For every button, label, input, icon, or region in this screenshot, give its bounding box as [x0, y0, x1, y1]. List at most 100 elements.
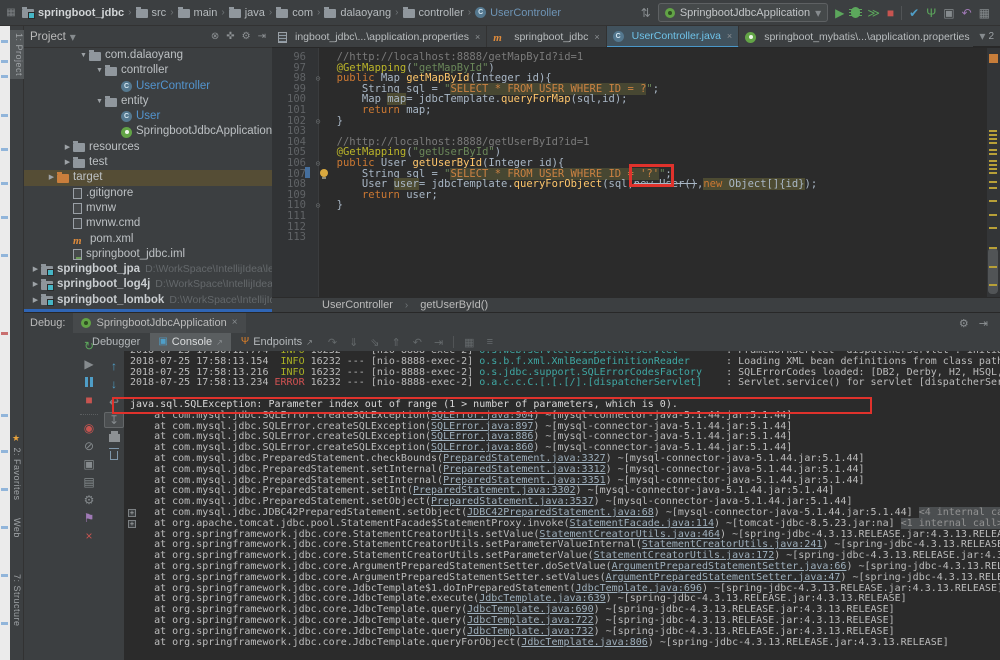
warning-stripe-mark[interactable]: [989, 153, 997, 155]
breadcrumb-item[interactable]: UserController: [490, 7, 561, 19]
evaluate-button[interactable]: ▦: [459, 336, 479, 349]
warning-stripe-mark[interactable]: [989, 284, 997, 286]
warning-stripe-mark[interactable]: [989, 130, 997, 132]
tree-arrow-icon[interactable]: ▶: [30, 262, 41, 277]
console-link[interactable]: StatementCreatorUtils.java:241: [642, 539, 823, 550]
force-step-into-button[interactable]: ⇘: [365, 336, 384, 349]
debug-tab-console[interactable]: ▣Console↗: [150, 333, 231, 351]
pause-button[interactable]: [76, 373, 102, 391]
tree-row[interactable]: UserController: [24, 79, 272, 94]
error-stripe[interactable]: [987, 48, 1000, 297]
console-link[interactable]: PreparedStatement.java:3327: [443, 453, 606, 464]
console-link[interactable]: JdbcTemplate.java:696: [576, 583, 702, 594]
warning-stripe-mark[interactable]: [989, 164, 997, 166]
warning-stripe-mark[interactable]: [989, 172, 997, 174]
close-icon[interactable]: ×: [727, 31, 732, 41]
breadcrumb-item[interactable]: main: [194, 7, 218, 19]
warning-stripe-mark[interactable]: [989, 168, 997, 170]
editor-scrollbar-thumb[interactable]: [988, 248, 998, 294]
console-link[interactable]: JdbcTemplate.java:639: [479, 593, 605, 604]
tree-row[interactable]: SpringbootJdbcApplication: [24, 124, 272, 139]
print-button[interactable]: [102, 429, 126, 447]
step-over-button[interactable]: ↷: [323, 336, 342, 349]
tree-row[interactable]: mvnw: [24, 201, 272, 216]
tree-row[interactable]: springboot_jdbc.iml: [24, 247, 272, 262]
close-button[interactable]: ×: [76, 527, 102, 545]
console-link[interactable]: StatementCreatorUtils.java:464: [539, 529, 720, 540]
tree-row[interactable]: ▶springboot_lombokD:\WorkSpace\IntellijI…: [24, 293, 272, 308]
breadcrumb-item[interactable]: controller: [419, 7, 464, 19]
editor-breadcrumb[interactable]: UserController › getUserById(): [272, 297, 1000, 312]
console-link[interactable]: PreparedStatement.java:3312: [443, 464, 606, 475]
breadcrumb-item[interactable]: springboot_jdbc: [38, 7, 124, 19]
tree-arrow-icon[interactable]: ▶: [30, 293, 41, 308]
warning-stripe-mark[interactable]: [989, 227, 997, 229]
breadcrumb-method[interactable]: getUserById(): [420, 299, 488, 311]
pin-button[interactable]: ⚑: [76, 509, 102, 527]
tree-row[interactable]: ▼entity: [24, 94, 272, 109]
stop-button[interactable]: ■: [76, 391, 102, 409]
console-link[interactable]: ArgumentPreparedStatementSetter.java:66: [612, 561, 847, 572]
scroll-to-end-button[interactable]: ↧: [104, 412, 124, 428]
warning-stripe-mark[interactable]: [989, 149, 997, 151]
vcs-shelf-icon[interactable]: ▣: [943, 6, 954, 20]
tree-row[interactable]: mvnw.cmd: [24, 216, 272, 231]
tool-window-tab-web[interactable]: Web: [12, 518, 22, 538]
tree-arrow-icon[interactable]: ▶: [62, 155, 73, 170]
chevron-down-icon[interactable]: ▾: [70, 30, 76, 44]
window-layout-icon[interactable]: ▦: [979, 6, 990, 20]
run-configuration-select[interactable]: SpringbootJdbcApplication ▾: [658, 3, 828, 22]
editor-tab[interactable]: springboot_mybatis\...\application.prope…: [739, 26, 988, 48]
console-link[interactable]: SQLError.java:886: [431, 431, 533, 442]
warning-stripe-mark[interactable]: [989, 160, 997, 162]
tool-window-tab-project[interactable]: 1: Project: [10, 30, 24, 79]
hide-panel-icon[interactable]: ⇥: [979, 317, 988, 330]
collapse-all-icon[interactable]: ⊗: [211, 31, 219, 42]
warning-stripe-mark[interactable]: [989, 138, 997, 140]
breadcrumb-item[interactable]: src: [152, 7, 167, 19]
mute-breakpoints-button[interactable]: ⊘: [76, 437, 102, 455]
breadcrumb-item[interactable]: java: [245, 7, 265, 19]
close-icon[interactable]: ×: [475, 32, 480, 42]
tree-row[interactable]: ▶target: [24, 170, 272, 185]
console-link[interactable]: JdbcTemplate.java:722: [467, 615, 593, 626]
console-link[interactable]: JDBC42PreparedStatement.java:68: [467, 507, 654, 518]
stop-button[interactable]: ■: [887, 6, 894, 20]
restore-layout-button[interactable]: ▤: [76, 473, 102, 491]
tree-row[interactable]: ▶springboot_jpaD:\WorkSpace\IntellijIdea…: [24, 262, 272, 277]
resume-button[interactable]: ▶: [76, 355, 102, 373]
hidden-tabs-indicator[interactable]: ▾ 2: [973, 26, 1000, 47]
tree-arrow-icon[interactable]: ▶: [46, 170, 57, 185]
step-into-button[interactable]: ⇓: [344, 336, 363, 349]
tool-window-tab-favorites[interactable]: ★ 2: Favorites: [12, 434, 22, 501]
breadcrumb[interactable]: springboot_jdbc›src›main›java›com›dalaoy…: [22, 7, 561, 19]
intention-bulb-icon[interactable]: [320, 169, 328, 177]
console-link[interactable]: PreparedStatement.java:3351: [443, 475, 606, 486]
tree-row[interactable]: User: [24, 109, 272, 124]
step-out-button[interactable]: ⇑: [387, 336, 406, 349]
breadcrumb-item[interactable]: com: [292, 7, 313, 19]
vcs-rollback-icon[interactable]: ↶: [962, 6, 972, 20]
console-link[interactable]: ArgumentPreparedStatementSetter.java:47: [606, 572, 841, 583]
tool-window-tab-structure[interactable]: 7: Structure: [12, 574, 22, 627]
console-link[interactable]: JdbcTemplate.java:806: [521, 637, 647, 648]
hide-panel-icon[interactable]: ⇥: [258, 31, 266, 42]
run-button[interactable]: ▶: [835, 6, 844, 20]
drop-frame-button[interactable]: ↶: [408, 336, 427, 349]
tree-row[interactable]: ▶test: [24, 155, 272, 170]
fold-expand-icon[interactable]: +: [128, 509, 136, 517]
tree-arrow-icon[interactable]: ▼: [78, 48, 89, 63]
warning-stripe-mark[interactable]: [989, 214, 997, 216]
console-link[interactable]: StatementCreatorUtils.java:172: [594, 550, 775, 561]
warning-stripe-mark[interactable]: [989, 200, 997, 202]
editor-tab[interactable]: ingboot_jdbc\...\application.properties×: [272, 26, 487, 48]
coverage-button[interactable]: ≫: [867, 6, 880, 20]
console-link[interactable]: JdbcTemplate.java:732: [467, 626, 593, 637]
warning-stripe-mark[interactable]: [989, 142, 997, 144]
debug-button[interactable]: [851, 7, 860, 18]
clear-console-button[interactable]: [102, 447, 126, 465]
console-link[interactable]: JdbcTemplate.java:690: [467, 604, 593, 615]
project-tree[interactable]: ▼com.dalaoyang▼controllerUserController▼…: [24, 48, 272, 312]
prev-occurrence-button[interactable]: ↑: [102, 357, 126, 375]
gear-icon[interactable]: ⚙: [959, 317, 969, 330]
